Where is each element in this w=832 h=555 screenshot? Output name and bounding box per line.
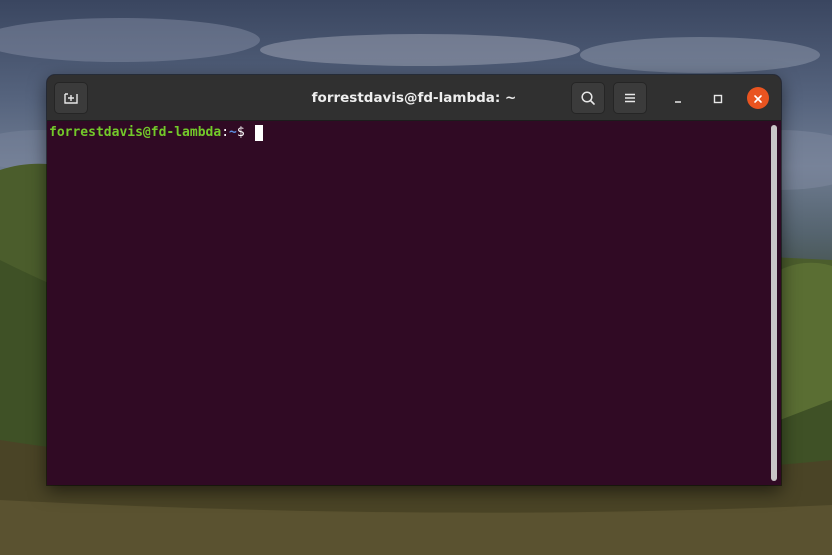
maximize-button[interactable]	[707, 87, 729, 109]
terminal-headerbar[interactable]: forrestdavis@fd-lambda: ~	[47, 75, 781, 121]
close-icon	[753, 89, 763, 108]
prompt-user-host: forrestdavis@fd-lambda	[49, 125, 222, 140]
search-icon	[580, 90, 596, 106]
window-title: forrestdavis@fd-lambda: ~	[311, 90, 517, 106]
close-button[interactable]	[747, 87, 769, 109]
new-tab-button[interactable]	[54, 82, 88, 114]
hamburger-menu-icon	[623, 92, 637, 104]
search-button[interactable]	[571, 82, 605, 114]
prompt-path: ~	[229, 125, 237, 140]
prompt-symbol: $	[236, 125, 253, 140]
new-tab-icon	[63, 90, 79, 106]
shell-prompt: forrestdavis@fd-lambda:~$	[49, 125, 263, 141]
menu-button[interactable]	[613, 82, 647, 114]
prompt-separator: :	[221, 125, 230, 140]
vertical-scrollbar[interactable]	[771, 125, 777, 481]
minimize-icon	[673, 89, 683, 108]
maximize-icon	[713, 89, 723, 108]
terminal-window[interactable]: forrestdavis@fd-lambda: ~ forrestdavis@f…	[47, 75, 781, 485]
minimize-button[interactable]	[667, 87, 689, 109]
text-cursor	[254, 125, 263, 141]
terminal-output-area[interactable]: forrestdavis@fd-lambda:~$	[47, 121, 781, 485]
